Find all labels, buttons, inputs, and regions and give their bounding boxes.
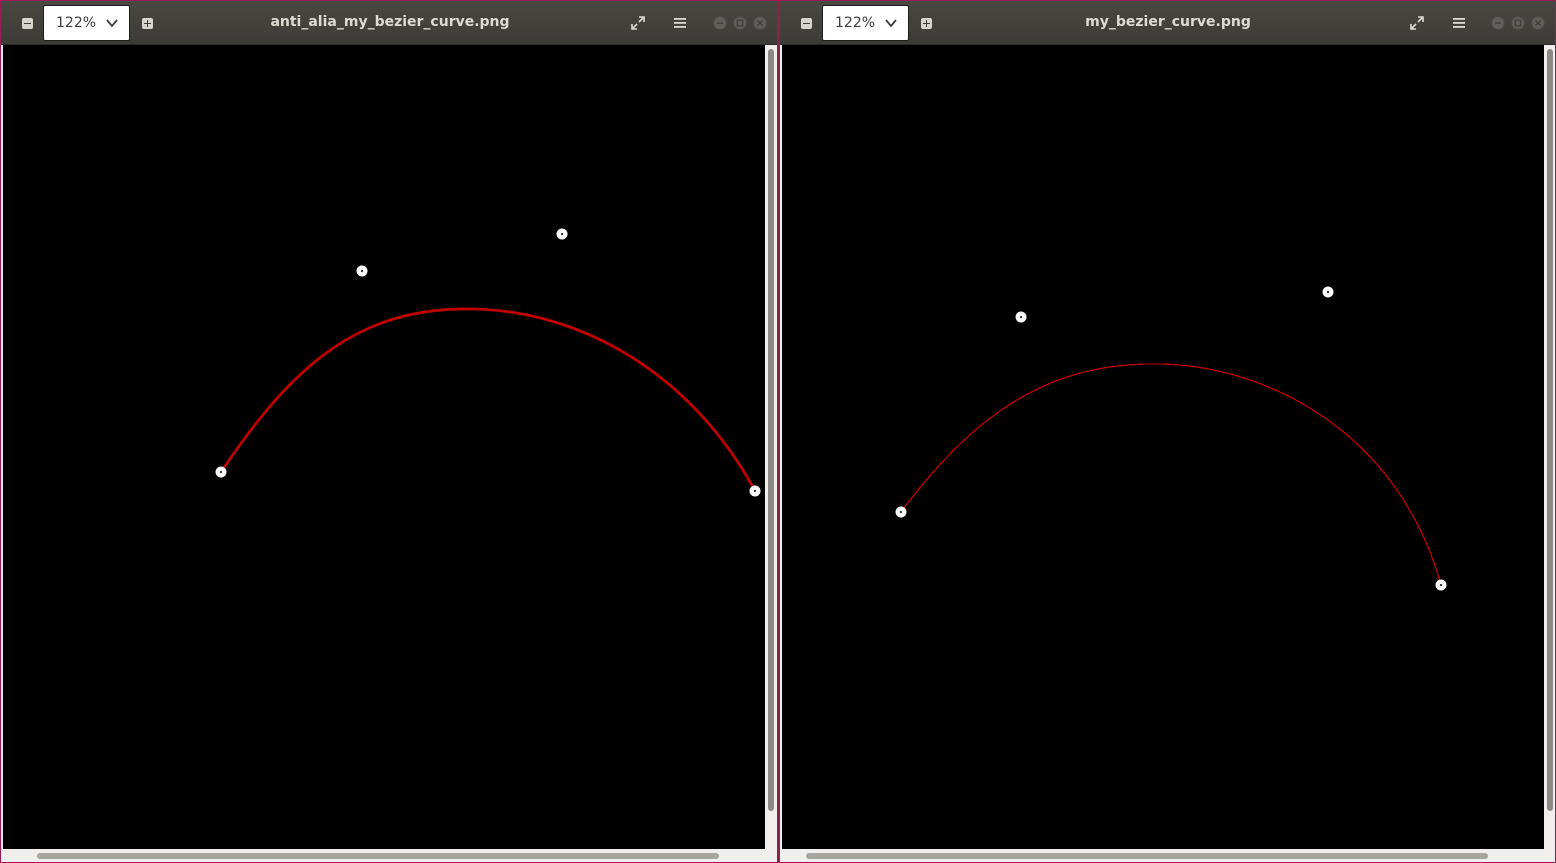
maximize-icon bbox=[736, 19, 744, 27]
zoom-level-combo[interactable]: 122% bbox=[43, 5, 130, 41]
close-icon bbox=[757, 20, 763, 26]
vertical-scrollbar[interactable] bbox=[1544, 45, 1555, 849]
control-point bbox=[749, 485, 761, 497]
close-icon bbox=[1535, 20, 1541, 26]
zoom-level-combo[interactable]: 122% bbox=[822, 5, 909, 41]
menu-button[interactable] bbox=[665, 9, 695, 37]
close-button[interactable] bbox=[1531, 16, 1545, 30]
zoom-in-icon bbox=[920, 17, 932, 29]
control-point bbox=[215, 466, 227, 478]
control-point bbox=[1015, 311, 1027, 323]
minimize-button[interactable] bbox=[713, 16, 727, 30]
close-button[interactable] bbox=[753, 16, 767, 30]
maximize-icon bbox=[1514, 19, 1522, 27]
image-canvas[interactable] bbox=[782, 45, 1544, 849]
fullscreen-button[interactable] bbox=[623, 9, 653, 37]
zoom-in-button[interactable] bbox=[914, 11, 938, 35]
zoom-level-value: 122% bbox=[56, 15, 97, 31]
control-point bbox=[1435, 579, 1447, 591]
zoom-out-button[interactable] bbox=[794, 11, 818, 35]
zoom-out-icon bbox=[800, 17, 812, 29]
zoom-out-icon bbox=[21, 17, 33, 29]
hamburger-menu-icon bbox=[674, 18, 686, 28]
zoom-in-button[interactable] bbox=[135, 11, 159, 35]
control-point bbox=[556, 228, 568, 240]
zoom-in-icon bbox=[141, 17, 153, 29]
vertical-scrollbar[interactable] bbox=[765, 45, 777, 849]
horizontal-scrollbar[interactable] bbox=[782, 849, 1555, 861]
hamburger-menu-icon bbox=[1453, 18, 1465, 28]
fullscreen-icon bbox=[631, 16, 645, 30]
fullscreen-button[interactable] bbox=[1402, 9, 1432, 37]
chevron-down-icon[interactable] bbox=[105, 16, 119, 30]
window-title: anti_alia_my_bezier_curve.png bbox=[270, 14, 510, 30]
maximize-button[interactable] bbox=[733, 16, 747, 30]
minimize-icon bbox=[1495, 22, 1501, 24]
minimize-icon bbox=[717, 22, 723, 24]
image-canvas[interactable] bbox=[3, 45, 765, 849]
control-point bbox=[895, 506, 907, 518]
bezier-curve bbox=[219, 307, 757, 493]
window-title: my_bezier_curve.png bbox=[1085, 14, 1251, 30]
zoom-level-value: 122% bbox=[835, 15, 876, 31]
image-viewer-window-right: 122% my_bezier_curve.png bbox=[779, 0, 1556, 863]
bezier-curve bbox=[900, 363, 1442, 586]
horizontal-scrollbar[interactable] bbox=[3, 849, 777, 861]
maximize-button[interactable] bbox=[1511, 16, 1525, 30]
image-viewer-window-left: 122% anti_alia_my_bezier_curve.png bbox=[0, 0, 778, 863]
horizontal-scroll-thumb[interactable] bbox=[37, 853, 719, 859]
control-point bbox=[356, 265, 368, 277]
chevron-down-icon[interactable] bbox=[884, 16, 898, 30]
fullscreen-icon bbox=[1410, 16, 1424, 30]
vertical-scroll-thumb[interactable] bbox=[768, 49, 774, 811]
horizontal-scroll-thumb[interactable] bbox=[806, 853, 1488, 859]
header-bar: 122% anti_alia_my_bezier_curve.png bbox=[1, 1, 777, 45]
minimize-button[interactable] bbox=[1491, 16, 1505, 30]
control-point bbox=[1322, 286, 1334, 298]
menu-button[interactable] bbox=[1444, 9, 1474, 37]
zoom-out-button[interactable] bbox=[15, 11, 39, 35]
vertical-scroll-thumb[interactable] bbox=[1547, 49, 1553, 811]
header-bar: 122% my_bezier_curve.png bbox=[780, 1, 1555, 45]
